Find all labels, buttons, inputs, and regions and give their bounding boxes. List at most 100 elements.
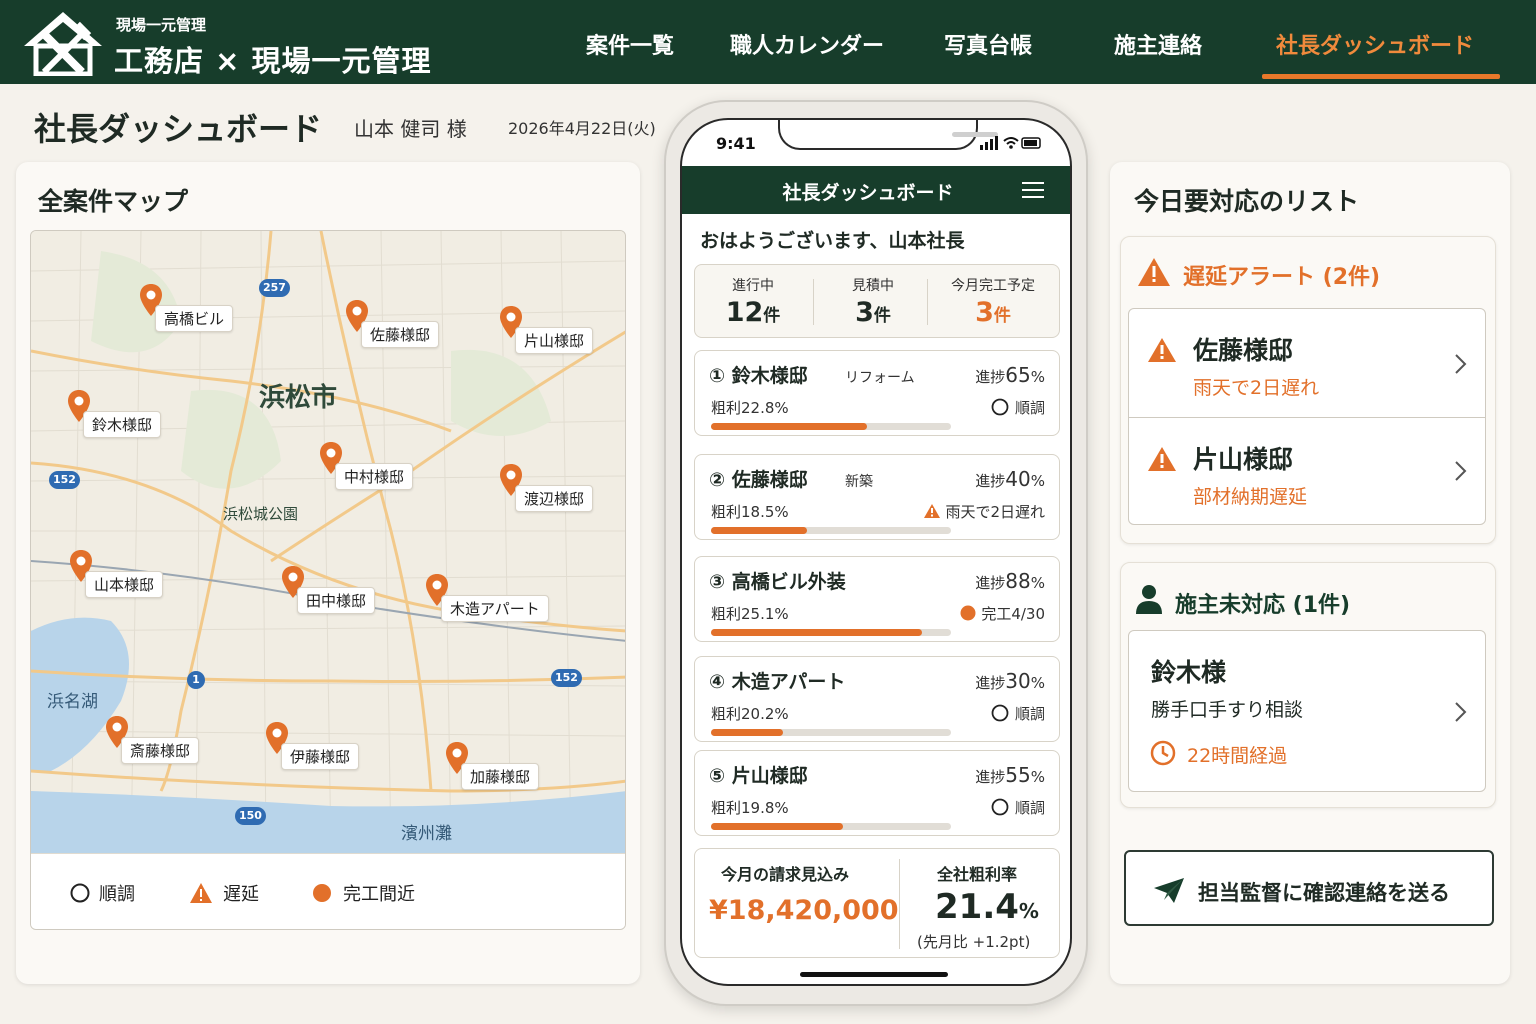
- send-plane-icon: [1154, 878, 1184, 903]
- route-shield: 152: [551, 669, 582, 687]
- delay-item-name: 佐藤様邸: [1193, 336, 1294, 365]
- project-stats: 進行中 12件 見積中 3件 今月完工予定 3件: [694, 264, 1060, 338]
- project-card[interactable]: ⑤ 片山様邸 進捗55% 粗利19.8% 順調: [694, 750, 1060, 836]
- person-icon: [1136, 585, 1162, 614]
- todo-panel-title: 今日要対応のリスト: [1134, 187, 1360, 216]
- project-progress: 進捗88%: [975, 569, 1045, 593]
- map-pin-label[interactable]: 田中様邸: [297, 587, 376, 614]
- project-type-tag: リフォーム: [845, 370, 915, 386]
- menu-hamburger-icon[interactable]: [1022, 182, 1044, 198]
- user-name: 山本 健司 様: [354, 117, 467, 141]
- project-margin: 粗利20.2%: [711, 705, 789, 723]
- project-card[interactable]: ③ 高橋ビル外装 進捗88% 粗利25.1% 完工4/30: [694, 556, 1060, 642]
- progress-bar: [711, 629, 951, 636]
- delay-item-katayama[interactable]: 片山様邸 部材納期遅延: [1128, 417, 1486, 525]
- on-track-circle-icon: [991, 398, 1009, 416]
- warning-icon: [1148, 338, 1176, 362]
- send-confirmation-button[interactable]: 担当監督に確認連絡を送る: [1124, 850, 1494, 926]
- billing-amount: ¥18,420,000: [709, 895, 899, 926]
- progress-bar: [711, 823, 951, 830]
- project-card[interactable]: ② 佐藤様邸 新築 進捗40% 粗利18.5% 雨天で2日遅れ: [694, 454, 1060, 540]
- map-pin-label[interactable]: 木造アパート: [441, 595, 549, 622]
- map-pin-label[interactable]: 渡辺様邸: [515, 485, 594, 512]
- stat-completion-this-month: 今月完工予定 3件: [935, 265, 1051, 339]
- project-margin: 粗利22.8%: [711, 399, 789, 417]
- near-completion-dot-icon: [313, 884, 331, 902]
- project-status: 完工4/30: [959, 603, 1045, 624]
- map-pin-label[interactable]: 斎藤様邸: [121, 737, 200, 764]
- project-map[interactable]: 浜松市 浜松城公園 浜名湖 濱州灘 257 152 152 1 150 高橋ビル…: [30, 230, 626, 930]
- project-status: 順調: [991, 397, 1045, 418]
- legend-delay: 遅延: [223, 884, 259, 905]
- map-pin-label[interactable]: 佐藤様邸: [361, 321, 440, 348]
- chevron-right-icon: [1455, 702, 1467, 722]
- page-title: 社長ダッシュボード: [34, 110, 323, 148]
- delay-warning-icon: [190, 883, 212, 903]
- nav-president-dashboard[interactable]: 社長ダッシュボード: [1276, 28, 1474, 60]
- stat-label: 進行中: [732, 278, 774, 294]
- margin-rate-change: (先月比 +1.2pt): [917, 933, 1031, 951]
- map-pin-label[interactable]: 片山様邸: [515, 327, 594, 354]
- margin-rate-label: 全社粗利率: [937, 865, 1018, 884]
- margin-rate-value: 21.4%: [935, 887, 1039, 927]
- map-pin-label[interactable]: 鈴木様邸: [83, 411, 162, 438]
- delay-warning-icon: [924, 504, 941, 518]
- project-status: 順調: [991, 797, 1045, 818]
- owner-item-detail: 勝手口手すり相談: [1151, 699, 1304, 721]
- owner-item-suzuki[interactable]: 鈴木様 勝手口手すり相談 22時間経過: [1128, 630, 1486, 792]
- map-pin-label[interactable]: 高橋ビル: [155, 305, 234, 332]
- chevron-right-icon: [1455, 354, 1467, 374]
- stat-in-progress: 進行中 12件: [695, 265, 811, 339]
- status-time: 9:41: [716, 134, 756, 153]
- map-pin-label[interactable]: 中村様邸: [335, 463, 414, 490]
- stat-estimating: 見積中 3件: [815, 265, 931, 339]
- warning-icon: [1148, 447, 1176, 471]
- nav-craftsman-calendar[interactable]: 職人カレンダー: [730, 28, 884, 60]
- route-shield: 257: [259, 279, 290, 297]
- map-pin-label[interactable]: 伊藤様邸: [281, 743, 360, 770]
- phone-notch: [778, 120, 998, 150]
- nav-project-list[interactable]: 案件一覧: [586, 28, 674, 60]
- project-progress: 進捗30%: [975, 669, 1045, 693]
- legend-near-completion: 完工間近: [343, 884, 415, 905]
- route-shield: 150: [235, 807, 266, 825]
- progress-bar-fill: [711, 823, 843, 830]
- progress-bar: [711, 527, 951, 534]
- progress-bar-fill: [711, 527, 807, 534]
- project-status: 雨天で2日遅れ: [923, 501, 1045, 522]
- project-margin: 粗利19.8%: [711, 799, 789, 817]
- progress-bar-fill: [711, 423, 867, 430]
- legend-on-track: 順調: [99, 884, 135, 905]
- chevron-right-icon: [1455, 461, 1467, 481]
- nav-client-contact[interactable]: 施主連絡: [1114, 28, 1202, 60]
- map-panel-title: 全案件マップ: [38, 187, 189, 216]
- project-name: ③ 高橋ビル外装: [709, 571, 846, 593]
- nav-photo-ledger[interactable]: 写真台帳: [944, 28, 1032, 60]
- stat-value: 3件: [975, 297, 1011, 328]
- delay-alert-title: 遅延アラート (2件): [1183, 265, 1381, 290]
- map-pin-label[interactable]: 加藤様邸: [461, 763, 540, 790]
- owner-pending-title: 施主未対応 (1件): [1175, 593, 1351, 618]
- progress-bar: [711, 729, 951, 736]
- project-card[interactable]: ① 鈴木様邸 リフォーム 進捗65% 粗利22.8% 順調: [694, 350, 1060, 436]
- route-shield: 152: [49, 471, 80, 489]
- progress-bar-fill: [711, 729, 783, 736]
- on-track-circle-icon: [991, 798, 1009, 816]
- owner-item-name: 鈴木様: [1151, 658, 1227, 687]
- owner-item-elapsed: 22時間経過: [1187, 745, 1288, 767]
- on-track-circle-icon: [991, 704, 1009, 722]
- project-type-tag: 新築: [845, 474, 873, 490]
- project-progress: 進捗55%: [975, 763, 1045, 787]
- map-legend: 順調 遅延 完工間近: [31, 853, 625, 929]
- delay-item-detail: 部材納期遅延: [1193, 486, 1308, 508]
- delay-item-sato[interactable]: 佐藤様邸 雨天で2日遅れ: [1128, 308, 1486, 418]
- project-name: ② 佐藤様邸: [709, 469, 808, 491]
- map-park-label: 浜松城公園: [223, 505, 299, 523]
- project-margin: 粗利18.5%: [711, 503, 789, 521]
- project-card[interactable]: ④ 木造アパート 進捗30% 粗利20.2% 順調: [694, 656, 1060, 742]
- map-pin-label[interactable]: 山本様邸: [85, 571, 164, 598]
- stat-label: 見積中: [852, 278, 894, 294]
- house-tools-logo-icon: [24, 12, 102, 76]
- progress-bar: [711, 423, 951, 430]
- near-completion-dot-icon: [960, 605, 976, 621]
